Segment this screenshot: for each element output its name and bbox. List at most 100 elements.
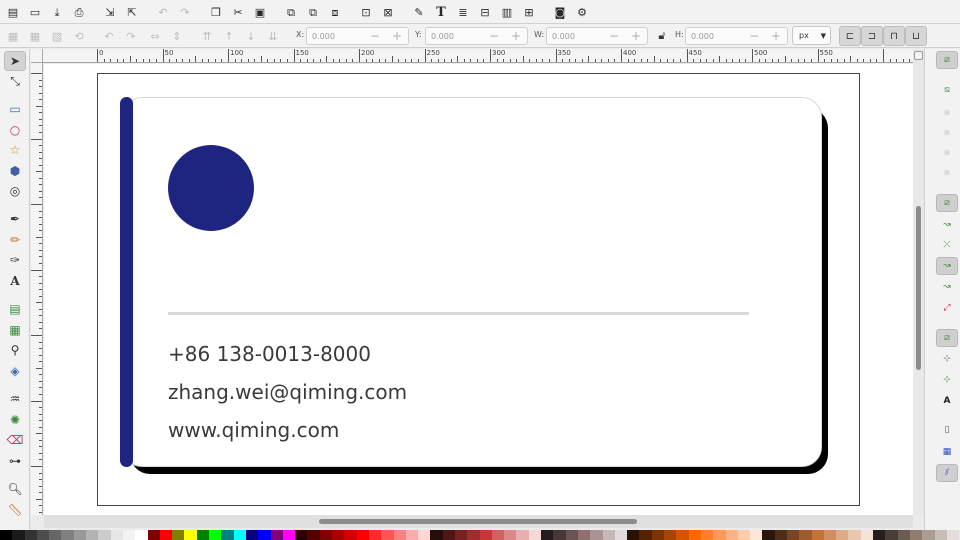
color-swatch[interactable] [553, 530, 566, 540]
color-swatch[interactable] [467, 530, 480, 540]
align-distribute-icon[interactable]: ⊞ [520, 3, 538, 21]
card-divider[interactable] [168, 312, 749, 315]
horizontal-scrollbar[interactable] [44, 515, 913, 528]
rectangle-tool-icon[interactable]: ▭ [4, 99, 26, 119]
color-swatch[interactable] [848, 530, 861, 540]
rotate-90-ccw-icon[interactable]: ↶ [101, 28, 117, 44]
card-phone[interactable]: +86 138-0013-8000 [168, 342, 371, 366]
calligraphy-tool-icon[interactable]: ✑ [4, 250, 26, 270]
star-tool-icon[interactable]: ☆ [4, 140, 26, 160]
color-swatch[interactable] [184, 530, 197, 540]
color-swatch[interactable] [725, 530, 738, 540]
snap-toggle-icon[interactable]: ⧄ [936, 51, 958, 69]
color-swatch[interactable] [442, 530, 455, 540]
snap-bbox-center-icon[interactable]: ⧆ [936, 164, 958, 182]
snap-grid-icon[interactable]: ▦ [936, 443, 958, 461]
layers-icon[interactable]: ≣ [454, 3, 472, 21]
color-swatch[interactable] [627, 530, 640, 540]
x-increment-button[interactable]: + [386, 29, 408, 43]
color-swatch[interactable] [836, 530, 849, 540]
color-swatch[interactable] [221, 530, 234, 540]
color-swatch[interactable] [393, 530, 406, 540]
snap-others-icon[interactable]: ⧄ [936, 329, 958, 347]
logo-circle[interactable] [168, 145, 254, 231]
color-swatch[interactable] [614, 530, 628, 540]
color-swatch[interactable] [135, 530, 148, 540]
color-swatch[interactable] [270, 530, 283, 540]
select-all-layers-icon[interactable]: ▦ [27, 28, 43, 44]
color-swatch[interactable] [24, 530, 37, 540]
card-website[interactable]: www.qiming.com [168, 418, 339, 442]
save-icon[interactable]: ⤓ [48, 3, 66, 21]
card-email[interactable]: zhang.wei@qiming.com [168, 380, 407, 404]
color-swatch[interactable] [98, 530, 111, 540]
color-swatch[interactable] [577, 530, 591, 540]
copy-icon[interactable]: ❐ [207, 3, 225, 21]
snap-bbox-edge-icon[interactable]: ⧆ [936, 104, 958, 122]
paint-bucket-tool-icon[interactable]: ◈ [4, 361, 26, 381]
color-swatch[interactable] [639, 530, 652, 540]
color-swatch[interactable] [516, 530, 529, 540]
color-swatch[interactable] [381, 530, 394, 540]
unit-select[interactable]: px ▼ [792, 26, 831, 45]
raise-icon[interactable]: ↑ [221, 28, 237, 44]
flip-vertical-icon[interactable]: ⇕ [169, 28, 185, 44]
color-swatch[interactable] [737, 530, 751, 540]
color-swatch[interactable] [356, 530, 369, 540]
snap-bbox-midpoint-icon[interactable]: ⧆ [936, 144, 958, 162]
pencil-tool-icon[interactable]: ✏ [4, 230, 26, 250]
scale-stroke-toggle[interactable]: ⊏ [839, 26, 861, 46]
mesh-tool-icon[interactable]: ▦ [4, 320, 26, 340]
color-swatch[interactable] [258, 530, 271, 540]
eraser-tool-icon[interactable]: ⌫ [4, 430, 26, 450]
vertical-scrollbar[interactable] [913, 49, 924, 515]
tweak-tool-icon[interactable]: ♒ [4, 389, 26, 409]
snap-bbox-corner-icon[interactable]: ⧆ [936, 124, 958, 142]
color-swatch[interactable] [565, 530, 578, 540]
ungroup-icon[interactable]: ⊠ [379, 3, 397, 21]
color-swatch[interactable] [676, 530, 689, 540]
rotate-90-cw-icon[interactable]: ↷ [123, 28, 139, 44]
color-swatch[interactable] [245, 530, 259, 540]
document-properties-icon[interactable]: ◙ [551, 3, 569, 21]
snap-guides-icon[interactable]: ⫽ [936, 464, 958, 482]
flip-horizontal-icon[interactable]: ⇔ [147, 28, 163, 44]
snap-object-center-icon[interactable]: ⊹ [936, 350, 958, 368]
color-swatch[interactable] [528, 530, 542, 540]
select-all-icon[interactable]: ▦ [5, 28, 21, 44]
color-swatch[interactable] [73, 530, 87, 540]
snap-cusp-nodes-icon[interactable]: ↝ [936, 257, 958, 275]
duplicate-icon[interactable]: ⧉ [282, 3, 300, 21]
vertical-scroll-thumb[interactable] [916, 206, 921, 370]
color-swatch[interactable] [664, 530, 677, 540]
color-swatch[interactable] [454, 530, 468, 540]
measure-tool-icon[interactable]: 📏︎ [4, 500, 26, 520]
spiral-tool-icon[interactable]: ◎ [4, 181, 26, 201]
ruler-top[interactable]: 0 50 100 150 200 250 300 350 400 450 500 550 [43, 49, 913, 63]
color-swatch[interactable] [122, 530, 136, 540]
color-swatch[interactable] [946, 530, 960, 540]
color-swatch[interactable] [750, 530, 763, 540]
preferences-gear-icon[interactable]: ⚙ [573, 3, 591, 21]
unlink-clone-icon[interactable]: ⧈ [326, 3, 344, 21]
snap-intersections-icon[interactable]: ⤬ [936, 236, 958, 254]
snap-paths-icon[interactable]: ↝ [936, 216, 958, 234]
lock-ratio-icon[interactable]: 🔓︎ [654, 28, 670, 44]
color-swatch[interactable] [430, 530, 443, 540]
color-swatch[interactable] [934, 530, 947, 540]
y-field[interactable]: 0.000 − + [425, 27, 528, 45]
snap-bbox-icon[interactable]: ⧅ [936, 81, 958, 99]
snap-rotation-center-icon[interactable]: ⊹ [936, 371, 958, 389]
color-swatch[interactable] [0, 530, 13, 540]
color-swatch[interactable] [787, 530, 800, 540]
height-field[interactable]: 0.000 − + [685, 27, 788, 45]
snap-nodes-icon[interactable]: ⧄ [936, 194, 958, 212]
color-swatch[interactable] [147, 530, 160, 540]
print-icon[interactable]: ⎙ [70, 3, 88, 21]
node-tool-icon[interactable]: ⤡ [4, 71, 26, 91]
lower-to-bottom-icon[interactable]: ⇊ [265, 28, 281, 44]
gradient-tool-icon[interactable]: ▤ [4, 299, 26, 319]
color-swatch[interactable] [332, 530, 345, 540]
color-swatch[interactable] [12, 530, 25, 540]
new-document-icon[interactable]: ▤ [4, 3, 22, 21]
